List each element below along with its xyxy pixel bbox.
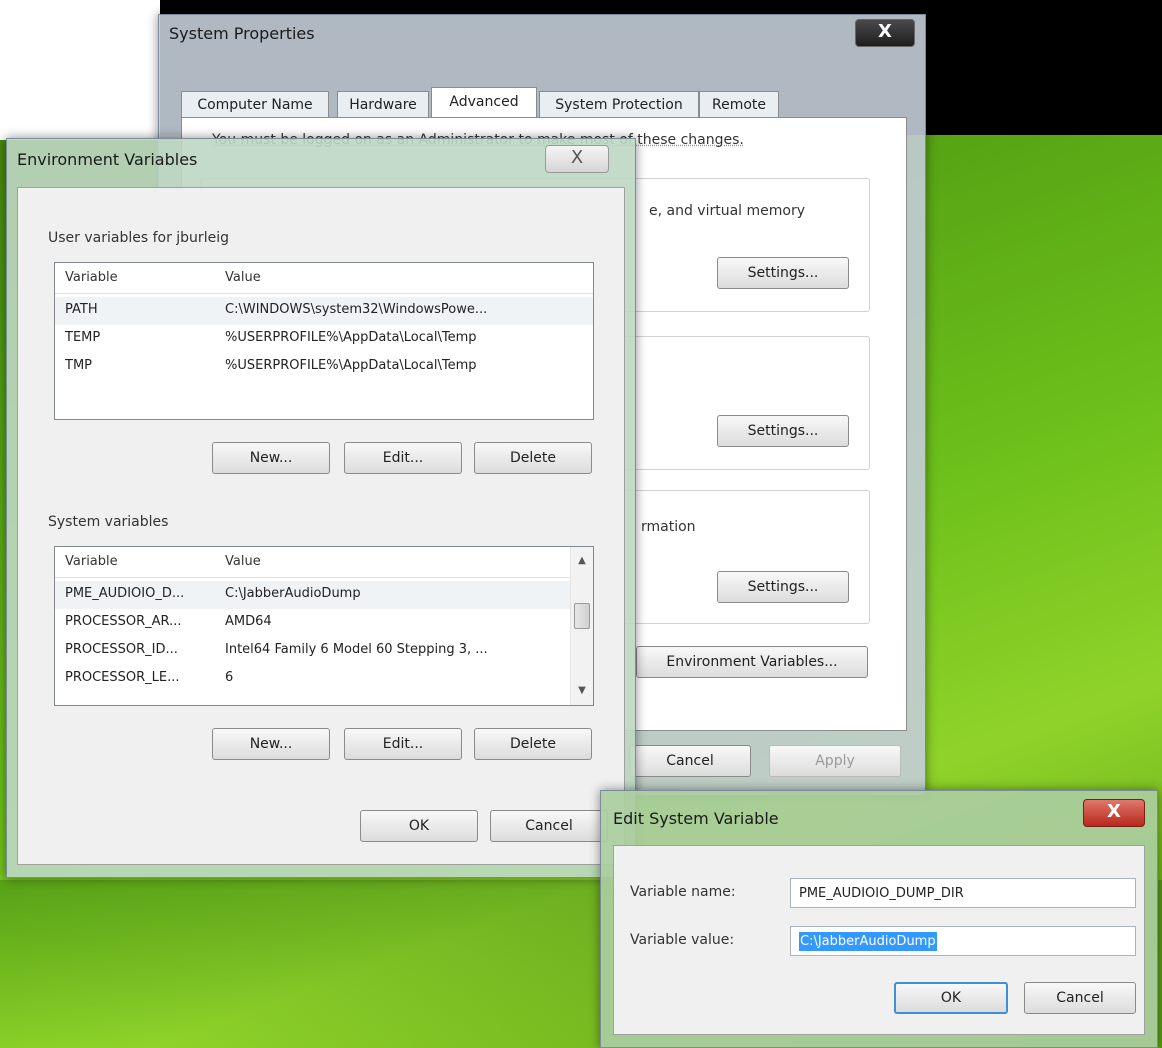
close-icon: X: [1107, 801, 1121, 822]
system-edit-button[interactable]: Edit...: [344, 728, 462, 760]
edit-system-variable-window: Edit System Variable X Variable name: PM…: [600, 790, 1158, 1048]
system-properties-close-button[interactable]: X: [855, 19, 915, 47]
table-row[interactable]: PROCESSOR_AR... AMD64: [55, 609, 571, 637]
variable-value-selected-text: C:\JabberAudioDump: [799, 932, 937, 951]
system-variables-list[interactable]: Variable Value PME_AUDIOIO_D... C:\Jabbe…: [54, 546, 594, 706]
variable-cell: TEMP: [65, 330, 101, 345]
system-properties-title: System Properties: [169, 24, 315, 43]
system-list-header: Variable Value: [55, 547, 571, 578]
variable-cell: PROCESSOR_AR...: [65, 614, 182, 629]
performance-description: e, and virtual memory: [649, 203, 806, 219]
tab-hardware[interactable]: Hardware: [337, 91, 429, 118]
scroll-thumb[interactable]: [574, 603, 590, 629]
table-row[interactable]: TMP %USERPROFILE%\AppData\Local\Temp: [55, 353, 593, 381]
environment-variables-title: Environment Variables: [17, 150, 198, 169]
column-variable-header[interactable]: Variable: [65, 554, 118, 569]
user-variables-list[interactable]: Variable Value PATH C:\WINDOWS\system32\…: [54, 262, 594, 420]
performance-settings-button[interactable]: Settings...: [717, 257, 849, 289]
scroll-down-arrow-icon[interactable]: ▼: [571, 681, 593, 701]
environment-variables-button[interactable]: Environment Variables...: [636, 646, 868, 678]
system-new-button[interactable]: New...: [212, 728, 330, 760]
edit-system-variable-client: Variable name: PME_AUDIOIO_DUMP_DIR Vari…: [613, 845, 1145, 1035]
system-variables-heading: System variables: [48, 514, 169, 530]
variable-cell: TMP: [65, 358, 92, 373]
startup-description: rmation: [641, 519, 696, 535]
environment-variables-ok-button[interactable]: OK: [360, 810, 478, 842]
variable-cell: PROCESSOR_ID...: [65, 642, 178, 657]
tab-remote[interactable]: Remote: [699, 91, 779, 118]
environment-variables-close-button[interactable]: X: [545, 145, 609, 173]
close-icon: X: [878, 21, 892, 42]
value-cell: %USERPROFILE%\AppData\Local\Temp: [225, 358, 477, 373]
variable-name-label: Variable name:: [630, 884, 736, 900]
value-cell: C:\JabberAudioDump: [225, 586, 361, 601]
startup-settings-button[interactable]: Settings...: [717, 571, 849, 603]
table-row[interactable]: PATH C:\WINDOWS\system32\WindowsPowe...: [55, 297, 593, 325]
variable-value-field[interactable]: C:\JabberAudioDump: [790, 926, 1136, 956]
user-delete-button[interactable]: Delete: [474, 442, 592, 474]
edit-system-variable-close-button[interactable]: X: [1083, 799, 1145, 827]
user-edit-button[interactable]: Edit...: [344, 442, 462, 474]
variable-value-label: Variable value:: [630, 932, 735, 948]
value-cell: %USERPROFILE%\AppData\Local\Temp: [225, 330, 477, 345]
table-row[interactable]: PROCESSOR_ID... Intel64 Family 6 Model 6…: [55, 637, 571, 665]
system-list-scrollbar[interactable]: ▲ ▼: [570, 547, 593, 705]
variable-cell: PATH: [65, 302, 98, 317]
edit-system-variable-title: Edit System Variable: [613, 809, 779, 828]
table-row[interactable]: PME_AUDIOIO_D... C:\JabberAudioDump: [55, 581, 571, 609]
value-cell: 6: [225, 670, 234, 685]
tab-advanced[interactable]: Advanced: [431, 87, 537, 120]
user-new-button[interactable]: New...: [212, 442, 330, 474]
desktop-white-region: [0, 0, 160, 140]
value-cell: Intel64 Family 6 Model 60 Stepping 3, ..…: [225, 642, 488, 657]
value-cell: AMD64: [225, 614, 272, 629]
close-icon: X: [570, 147, 584, 168]
environment-variables-titlebar: Environment Variables X: [7, 139, 635, 175]
tab-computer-name[interactable]: Computer Name: [181, 91, 329, 118]
environment-variables-cancel-button[interactable]: Cancel: [490, 810, 608, 842]
variable-cell: PROCESSOR_LE...: [65, 670, 180, 685]
edit-system-variable-titlebar: Edit System Variable X: [601, 791, 1157, 828]
scroll-up-arrow-icon[interactable]: ▲: [571, 551, 593, 571]
value-cell: C:\WINDOWS\system32\WindowsPowe...: [225, 302, 488, 317]
environment-variables-client: User variables for jburleig Variable Val…: [17, 187, 625, 865]
column-value-header[interactable]: Value: [225, 554, 261, 569]
variable-name-field[interactable]: PME_AUDIOIO_DUMP_DIR: [790, 878, 1136, 908]
system-properties-titlebar: System Properties X: [159, 15, 925, 51]
environment-variables-window: Environment Variables X User variables f…: [6, 138, 636, 878]
system-properties-apply-button[interactable]: Apply: [769, 745, 901, 777]
user-profiles-settings-button[interactable]: Settings...: [717, 415, 849, 447]
system-properties-cancel-button[interactable]: Cancel: [629, 745, 751, 777]
system-delete-button[interactable]: Delete: [474, 728, 592, 760]
column-variable-header[interactable]: Variable: [65, 270, 118, 285]
edit-variable-cancel-button[interactable]: Cancel: [1024, 982, 1136, 1014]
table-row[interactable]: PROCESSOR_LE... 6: [55, 665, 571, 693]
edit-variable-ok-button[interactable]: OK: [894, 982, 1008, 1014]
variable-cell: PME_AUDIOIO_D...: [65, 586, 185, 601]
user-variables-heading: User variables for jburleig: [48, 230, 229, 246]
variable-name-value: PME_AUDIOIO_DUMP_DIR: [799, 886, 964, 901]
user-list-header: Variable Value: [55, 263, 593, 294]
table-row[interactable]: TEMP %USERPROFILE%\AppData\Local\Temp: [55, 325, 593, 353]
column-value-header[interactable]: Value: [225, 270, 261, 285]
tab-system-protection[interactable]: System Protection: [539, 91, 699, 118]
